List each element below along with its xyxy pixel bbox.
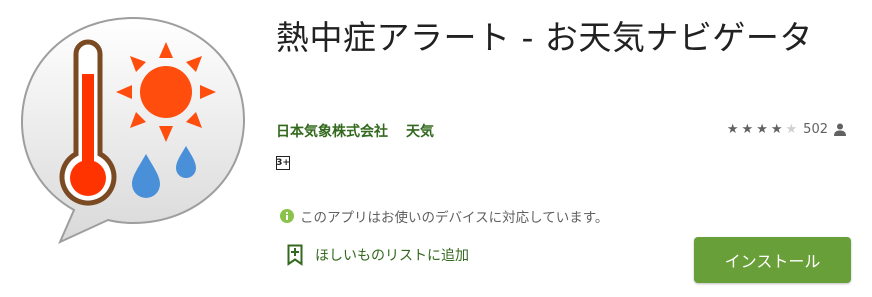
star-empty-icon: ★ (785, 122, 798, 137)
compatibility-notice: このアプリはお使いのデバイスに対応しています。 (280, 206, 608, 226)
sun-icon (116, 42, 216, 142)
developer-info: 日本気象株式会社 天気 (276, 121, 434, 141)
install-button[interactable]: インストール (694, 237, 851, 283)
star-icon: ★ (741, 122, 754, 137)
rating-count: 502 (803, 122, 828, 137)
star-icon: ★ (756, 122, 768, 137)
category-link[interactable]: 天気 (406, 121, 434, 141)
bookmark-plus-icon (287, 244, 303, 266)
rating-stars: ★ ★ ★ ★ ★ (727, 123, 797, 136)
content-rating-badge: 3+ (276, 156, 290, 170)
app-title: 熱中症アラート - お天気ナビゲータ (276, 18, 813, 57)
wishlist-label: ほしいものリストに追加 (315, 248, 469, 264)
person-icon (834, 123, 846, 136)
add-to-wishlist-button[interactable]: ほしいものリストに追加 (287, 244, 469, 266)
rating: ★ ★ ★ ★ ★ 502 (727, 122, 846, 137)
star-icon: ★ (726, 122, 739, 137)
developer-link[interactable]: 日本気象株式会社 (276, 121, 388, 141)
info-icon (280, 209, 294, 223)
app-icon (20, 16, 246, 245)
star-icon: ★ (770, 122, 783, 137)
compatibility-text: このアプリはお使いのデバイスに対応しています。 (300, 210, 609, 226)
